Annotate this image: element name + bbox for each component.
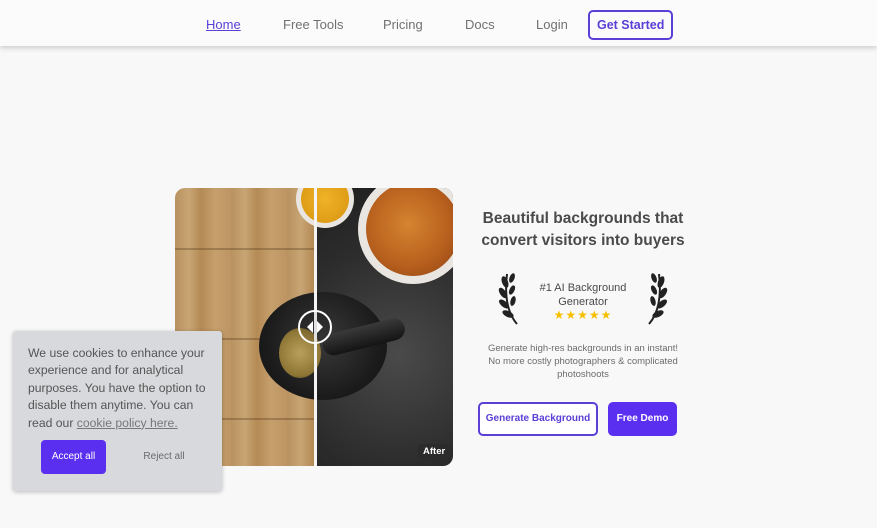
star-rating-icon: ★★★★★ <box>553 308 613 322</box>
nav-home[interactable]: Home <box>206 17 241 32</box>
compare-slider-icon[interactable] <box>298 310 332 344</box>
hero-subtext: Generate high-res backgrounds in an inst… <box>487 343 679 380</box>
accept-all-button[interactable]: Accept all <box>41 440 106 474</box>
nav-login[interactable]: Login <box>536 17 568 32</box>
free-demo-button[interactable]: Free Demo <box>608 402 677 436</box>
top-navbar: Home Free Tools Pricing Docs Login Get S… <box>0 0 877 46</box>
reject-all-button[interactable]: Reject all <box>131 440 197 474</box>
after-label: After <box>418 444 451 459</box>
laurel-right-icon <box>648 273 668 325</box>
cookie-banner: We use cookies to enhance your experienc… <box>13 331 222 491</box>
cookie-message: We use cookies to enhance your experienc… <box>28 346 206 430</box>
nav-docs[interactable]: Docs <box>465 17 495 32</box>
award-title: #1 AI Background <box>539 282 627 294</box>
nav-pricing[interactable]: Pricing <box>383 17 423 32</box>
hero-headline: Beautiful backgrounds that convert visit… <box>481 210 685 249</box>
nav-free-tools[interactable]: Free Tools <box>283 17 343 32</box>
generate-background-button[interactable]: Generate Background <box>478 402 598 436</box>
cookie-policy-link[interactable]: cookie policy here. <box>77 416 178 430</box>
award-badge: #1 AI Background Generator ★★★★★ <box>497 268 669 326</box>
get-started-button[interactable]: Get Started <box>588 10 674 40</box>
